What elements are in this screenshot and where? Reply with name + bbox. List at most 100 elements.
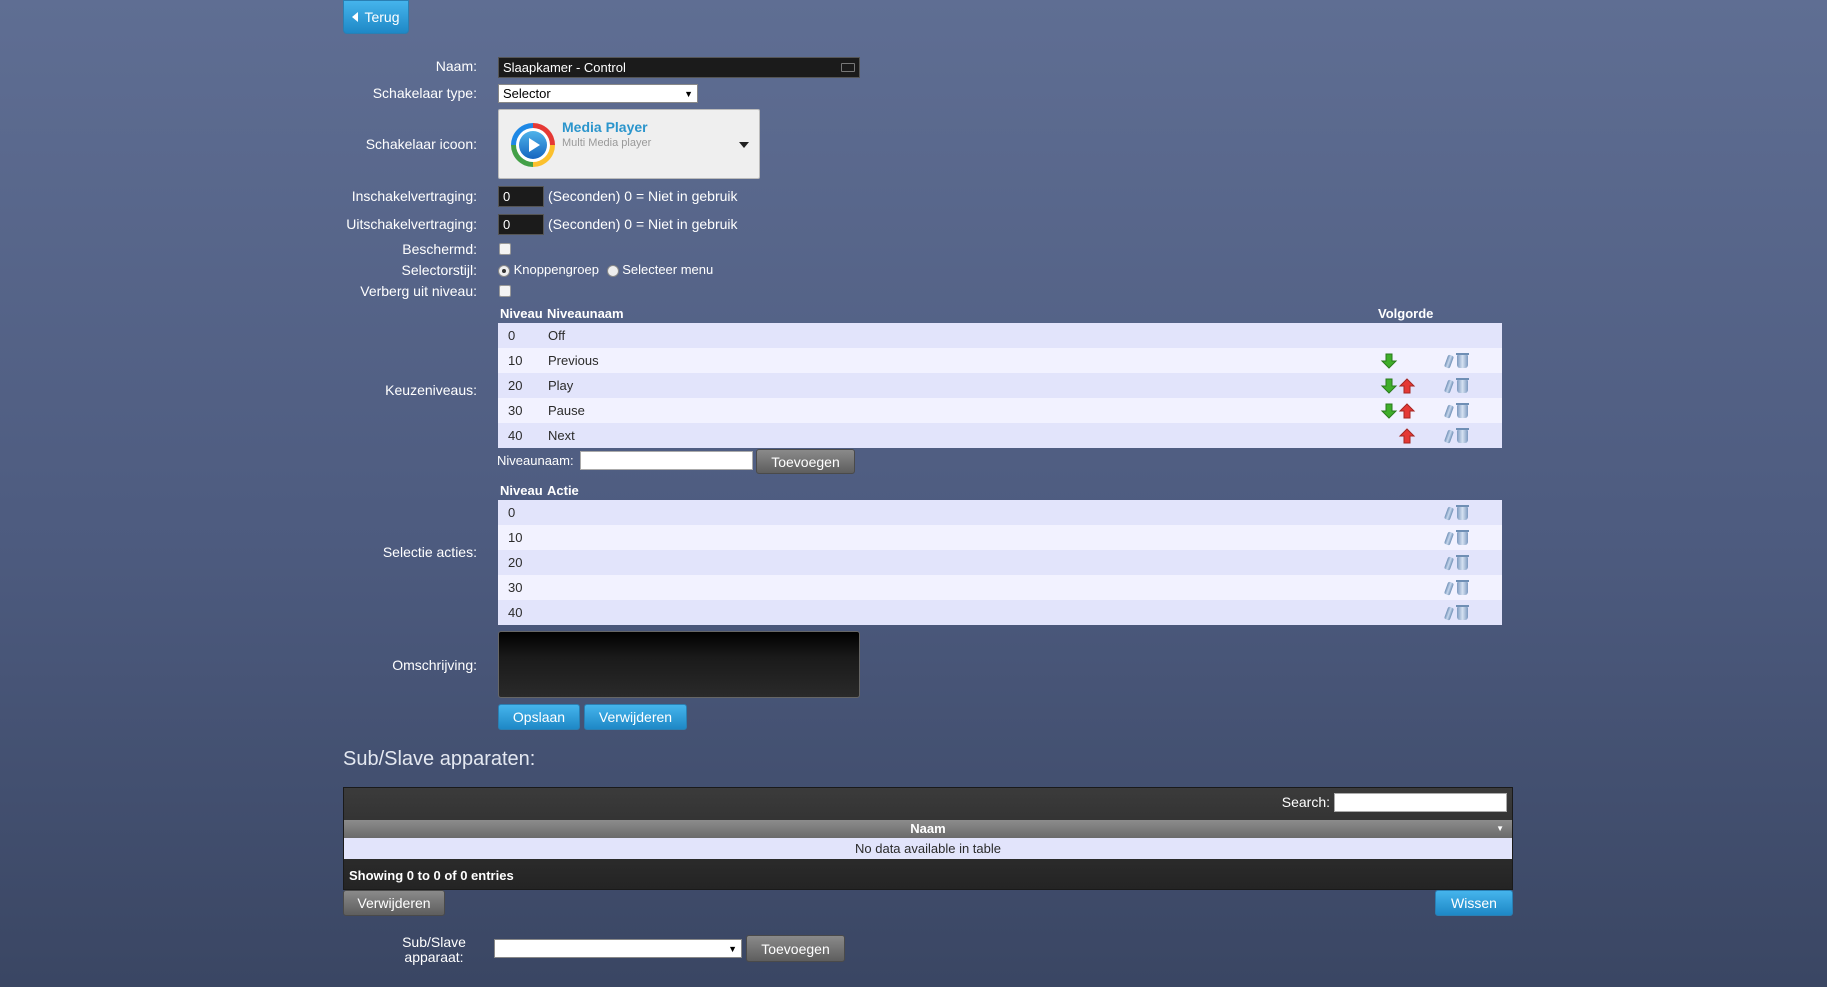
level-name: Next [546,423,1376,448]
edit-icon[interactable] [1443,581,1455,596]
trash-icon[interactable] [1456,580,1469,596]
trash-icon[interactable] [1456,555,1469,571]
description-textarea[interactable] [498,631,860,698]
level-value: 0 [498,323,546,348]
switch-type-select[interactable]: Selector ▼ [498,84,698,103]
action-actions [1443,575,1502,600]
edit-icon[interactable] [1443,506,1455,521]
level-actions [1443,398,1502,423]
chevron-left-icon [352,12,359,22]
keyboard-icon [841,63,855,72]
move-down-icon[interactable] [1380,402,1398,419]
level-name: Pause [546,398,1376,423]
level-name-label: Niveaunaam: [497,453,574,468]
edit-icon[interactable] [1443,379,1455,394]
on-delay-input[interactable]: 0 [498,186,544,207]
level-actions [1443,348,1502,373]
level-row: 0 Off [498,323,1502,348]
hide-off-checkbox[interactable] [499,285,511,297]
levels-header-order: Volgorde [1378,306,1434,321]
subslave-table-container: Search: Naam ▼ No data available in tabl… [343,787,1513,890]
action-value [546,575,1446,600]
level-name-input[interactable] [580,451,753,470]
edit-icon[interactable] [1443,354,1455,369]
move-up-icon[interactable] [1398,377,1416,394]
level-actions [1443,423,1502,448]
edit-icon[interactable] [1443,404,1455,419]
level-row: 40 Next [498,423,1502,448]
edit-icon[interactable] [1443,606,1455,621]
move-down-icon[interactable] [1380,377,1398,394]
actions-table: 0 10 20 30 40 [498,500,1502,625]
trash-icon[interactable] [1456,505,1469,521]
selector-style-label: Selectorstijl: [401,262,477,278]
action-level: 10 [498,525,546,550]
media-player-icon [511,123,555,167]
dropdown-arrow-icon: ▼ [728,943,737,954]
subslave-clear-button[interactable]: Wissen [1435,890,1513,916]
add-level-button[interactable]: Toevoegen [756,449,855,474]
action-level: 40 [498,600,546,625]
off-delay-label: Uitschakelvertraging: [346,216,477,232]
subslave-device-label: Sub/Slave apparaat: [402,934,466,965]
level-order [1376,423,1446,448]
level-value: 40 [498,423,546,448]
selector-style-options: Knoppengroep Selecteer menu [498,262,713,277]
action-value [546,550,1446,575]
action-actions [1443,525,1502,550]
trash-icon[interactable] [1456,403,1469,419]
level-value: 10 [498,348,546,373]
edit-icon[interactable] [1443,556,1455,571]
move-up-icon[interactable] [1398,402,1416,419]
action-level: 0 [498,500,546,525]
search-input[interactable] [1334,793,1507,812]
level-row: 10 Previous [498,348,1502,373]
level-name: Play [546,373,1376,398]
action-row: 30 [498,575,1502,600]
level-actions [1446,323,1502,348]
protected-label: Beschermd: [402,241,477,257]
trash-icon[interactable] [1456,353,1469,369]
move-down-icon[interactable] [1380,352,1398,369]
trash-icon[interactable] [1456,428,1469,444]
off-delay-input[interactable]: 0 [498,214,544,235]
empty-row: No data available in table [344,838,1512,859]
radio-button-group[interactable] [498,264,510,277]
sort-icon: ▼ [1496,824,1504,833]
subslave-title: Sub/Slave apparaten: [343,748,536,770]
name-input[interactable]: Slaapkamer - Control [498,57,860,78]
subslave-delete-button[interactable]: Verwijderen [343,890,445,916]
level-order [1376,398,1446,423]
levels-header-name: Niveaunaam [547,306,624,321]
edit-icon[interactable] [1443,429,1455,444]
level-order [1376,323,1446,348]
column-header-name[interactable]: Naam ▼ [344,820,1512,838]
off-delay-hint: (Seconden) 0 = Niet in gebruik [548,216,738,232]
levels-table: 0 Off 10 Previous 20 Play 30 Pause 40 Next [498,323,1502,448]
action-value [546,600,1446,625]
radio-select-menu[interactable] [606,264,619,277]
move-up-icon[interactable] [1398,427,1416,444]
save-button[interactable]: Opslaan [498,704,580,730]
delete-button[interactable]: Verwijderen [584,704,687,730]
action-row: 20 [498,550,1502,575]
action-value [546,525,1446,550]
actions-header-level: Niveau [500,483,543,498]
trash-icon[interactable] [1456,378,1469,394]
action-level: 30 [498,575,546,600]
hide-off-label: Verberg uit niveau: [360,283,477,299]
search-label: Search: [1281,794,1330,810]
action-row: 0 [498,500,1502,525]
name-label: Naam: [435,58,477,74]
switch-icon-dropdown[interactable]: Media Player Multi Media player [498,109,760,179]
level-value: 20 [498,373,546,398]
level-order [1376,348,1446,373]
protected-checkbox[interactable] [499,243,511,255]
back-button[interactable]: Terug [343,0,409,34]
edit-icon[interactable] [1443,531,1455,546]
subslave-add-button[interactable]: Toevoegen [746,935,845,962]
back-button-label: Terug [364,9,400,25]
trash-icon[interactable] [1456,605,1469,621]
subslave-device-select[interactable]: ▼ [494,939,742,958]
trash-icon[interactable] [1456,530,1469,546]
